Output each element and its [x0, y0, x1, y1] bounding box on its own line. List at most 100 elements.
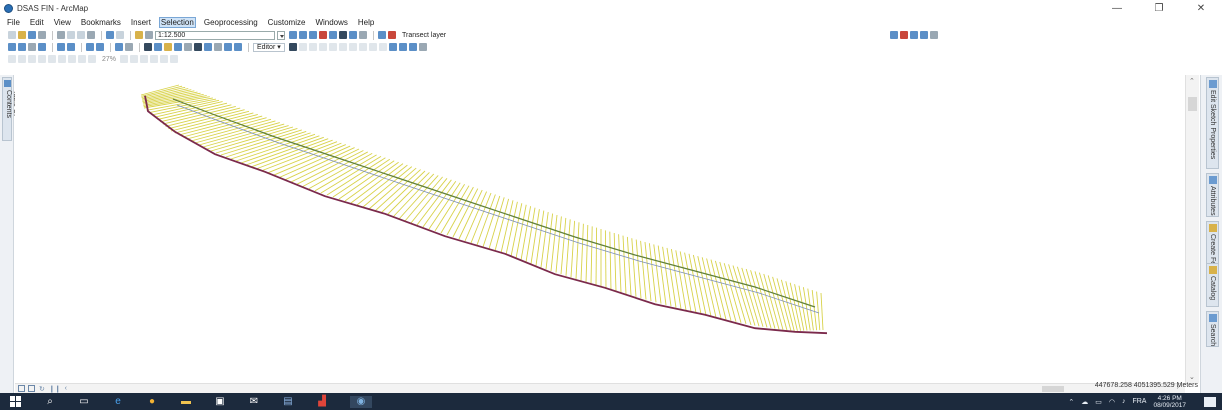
- input-language[interactable]: FRA: [1132, 398, 1146, 405]
- chrome-browser-icon[interactable]: ●: [146, 396, 158, 408]
- menu-customize[interactable]: Customize: [267, 18, 307, 27]
- arctoolbox-icon[interactable]: [329, 31, 337, 39]
- focus-data-frame-icon[interactable]: [140, 55, 149, 63]
- layout-zoom-in-icon[interactable]: [8, 55, 16, 63]
- data-view-icon[interactable]: [18, 385, 25, 392]
- forward-extent-icon[interactable]: [96, 43, 104, 51]
- html-popup-icon[interactable]: [174, 43, 182, 51]
- menu-insert[interactable]: Insert: [130, 18, 152, 27]
- identify-icon[interactable]: [154, 43, 162, 51]
- go-back-layout-icon[interactable]: [78, 55, 86, 63]
- edit-tool-icon[interactable]: [288, 43, 297, 51]
- go-forward-layout-icon[interactable]: [88, 55, 96, 63]
- redo-icon[interactable]: [116, 31, 124, 39]
- print-icon[interactable]: [38, 31, 46, 39]
- find-icon[interactable]: [194, 43, 202, 51]
- map-canvas[interactable]: [15, 75, 1185, 383]
- menu-help[interactable]: Help: [357, 18, 375, 27]
- layout-zoom-out-icon[interactable]: [18, 55, 26, 63]
- vertical-scrollbar[interactable]: ⌃ ⌄: [1185, 75, 1199, 383]
- viewer-window-icon[interactable]: [234, 43, 242, 51]
- back-extent-icon[interactable]: [86, 43, 94, 51]
- triangle-tool-icon[interactable]: [920, 31, 929, 39]
- action-center-icon[interactable]: [1204, 396, 1216, 407]
- tab-edit-sketch-properties[interactable]: Edit Sketch Properties: [1206, 77, 1219, 169]
- table-of-contents-tab[interactable]: Table Of Contents: [2, 77, 19, 141]
- fixed-zoom-out-icon[interactable]: [67, 43, 75, 51]
- zoom-dropdown-icon[interactable]: [120, 55, 129, 63]
- editor-menu-button[interactable]: Editor ▾: [253, 42, 285, 52]
- select-features-icon[interactable]: [115, 43, 123, 51]
- pause-drawing-icon[interactable]: ❙❙: [49, 385, 61, 393]
- network-icon[interactable]: ◠: [1109, 398, 1115, 406]
- transect-cast-icon[interactable]: [388, 31, 396, 39]
- zoom-out-icon[interactable]: [18, 43, 26, 51]
- full-extent-icon[interactable]: [38, 43, 46, 51]
- file-explorer-icon[interactable]: ▬: [180, 396, 192, 408]
- rotate-icon[interactable]: [378, 43, 387, 51]
- windows-start-icon[interactable]: [10, 395, 22, 408]
- open-folder-icon[interactable]: [18, 31, 26, 39]
- attributes-window-icon[interactable]: [388, 43, 397, 51]
- horizontal-scroll-thumb[interactable]: [1042, 386, 1064, 392]
- add-data-dropdown-icon[interactable]: [145, 31, 153, 39]
- close-button[interactable]: ✕: [1180, 0, 1222, 16]
- layout-pan-icon[interactable]: [28, 55, 36, 63]
- mail-icon[interactable]: ✉: [248, 396, 260, 408]
- menu-file[interactable]: File: [6, 18, 21, 27]
- map-scale-input[interactable]: 1:12.500: [155, 30, 275, 40]
- tab-search[interactable]: Search: [1206, 311, 1219, 347]
- toolbar-dropdown-icon[interactable]: [359, 31, 367, 39]
- clear-selection-icon[interactable]: [125, 43, 133, 51]
- scroll-left-arrow-icon[interactable]: ‹: [65, 385, 67, 392]
- taskbar-clock[interactable]: 4:26 PM 08/09/2017: [1153, 395, 1186, 409]
- cloud-icon[interactable]: ☁: [1081, 398, 1088, 406]
- arccatalog-icon[interactable]: ▤: [282, 396, 294, 408]
- scroll-up-arrow-icon[interactable]: ⌃: [1189, 77, 1195, 85]
- reshape-icon[interactable]: [348, 43, 357, 51]
- menu-edit[interactable]: Edit: [29, 18, 45, 27]
- show-hidden-icons-icon[interactable]: ⌃: [1068, 398, 1074, 406]
- sketch-properties-icon[interactable]: [398, 43, 407, 51]
- undo-icon[interactable]: [106, 31, 114, 39]
- cut-icon[interactable]: [57, 31, 65, 39]
- zoom-100-icon[interactable]: [48, 55, 56, 63]
- volume-icon[interactable]: ♪: [1122, 398, 1126, 405]
- paste-icon[interactable]: [77, 31, 85, 39]
- toolbar-overflow-icon[interactable]: [930, 31, 939, 39]
- layer-select-icon[interactable]: [890, 31, 899, 39]
- store-icon[interactable]: ▣: [214, 396, 226, 408]
- map-view[interactable]: [15, 75, 1185, 383]
- search-window-icon[interactable]: [319, 31, 327, 39]
- arcmap-taskbar-icon[interactable]: ◉: [350, 395, 372, 408]
- search-icon[interactable]: ⌕: [44, 396, 56, 408]
- find-route-icon[interactable]: [204, 43, 212, 51]
- fixed-zoom-out-layout-icon[interactable]: [68, 55, 76, 63]
- fixed-zoom-in-layout-icon[interactable]: [58, 55, 66, 63]
- clear-icon[interactable]: [900, 31, 909, 39]
- refresh-view-icon[interactable]: ↻: [39, 385, 45, 393]
- point-icon[interactable]: [328, 43, 337, 51]
- change-layout-icon[interactable]: [150, 55, 159, 63]
- tab-catalog[interactable]: Catalog: [1206, 263, 1219, 307]
- table-of-contents-icon[interactable]: [299, 31, 307, 39]
- cut-polygons-icon[interactable]: [358, 43, 367, 51]
- editor-toolbar-icon[interactable]: [289, 31, 297, 39]
- time-slider-icon[interactable]: [224, 43, 232, 51]
- toolbar-overflow-icon[interactable]: [170, 55, 179, 63]
- go-to-xy-icon[interactable]: [214, 43, 222, 51]
- battery-icon[interactable]: ▭: [1095, 398, 1102, 406]
- restore-button[interactable]: ❐: [1138, 0, 1180, 16]
- task-view-icon[interactable]: ▭: [78, 396, 90, 408]
- model-builder-icon[interactable]: [349, 31, 357, 39]
- acrobat-reader-icon[interactable]: ▟: [316, 396, 328, 408]
- toolbar-overflow-icon[interactable]: [418, 43, 427, 51]
- edit-annotation-icon[interactable]: [298, 43, 307, 51]
- edit-vertices-icon[interactable]: [338, 43, 347, 51]
- delete-icon[interactable]: [87, 31, 95, 39]
- menu-bookmarks[interactable]: Bookmarks: [80, 18, 122, 27]
- vertical-scroll-thumb[interactable]: [1188, 97, 1197, 111]
- data-driven-pages-icon[interactable]: [160, 55, 169, 63]
- add-data-icon[interactable]: [135, 31, 143, 39]
- menu-selection[interactable]: Selection: [158, 17, 196, 28]
